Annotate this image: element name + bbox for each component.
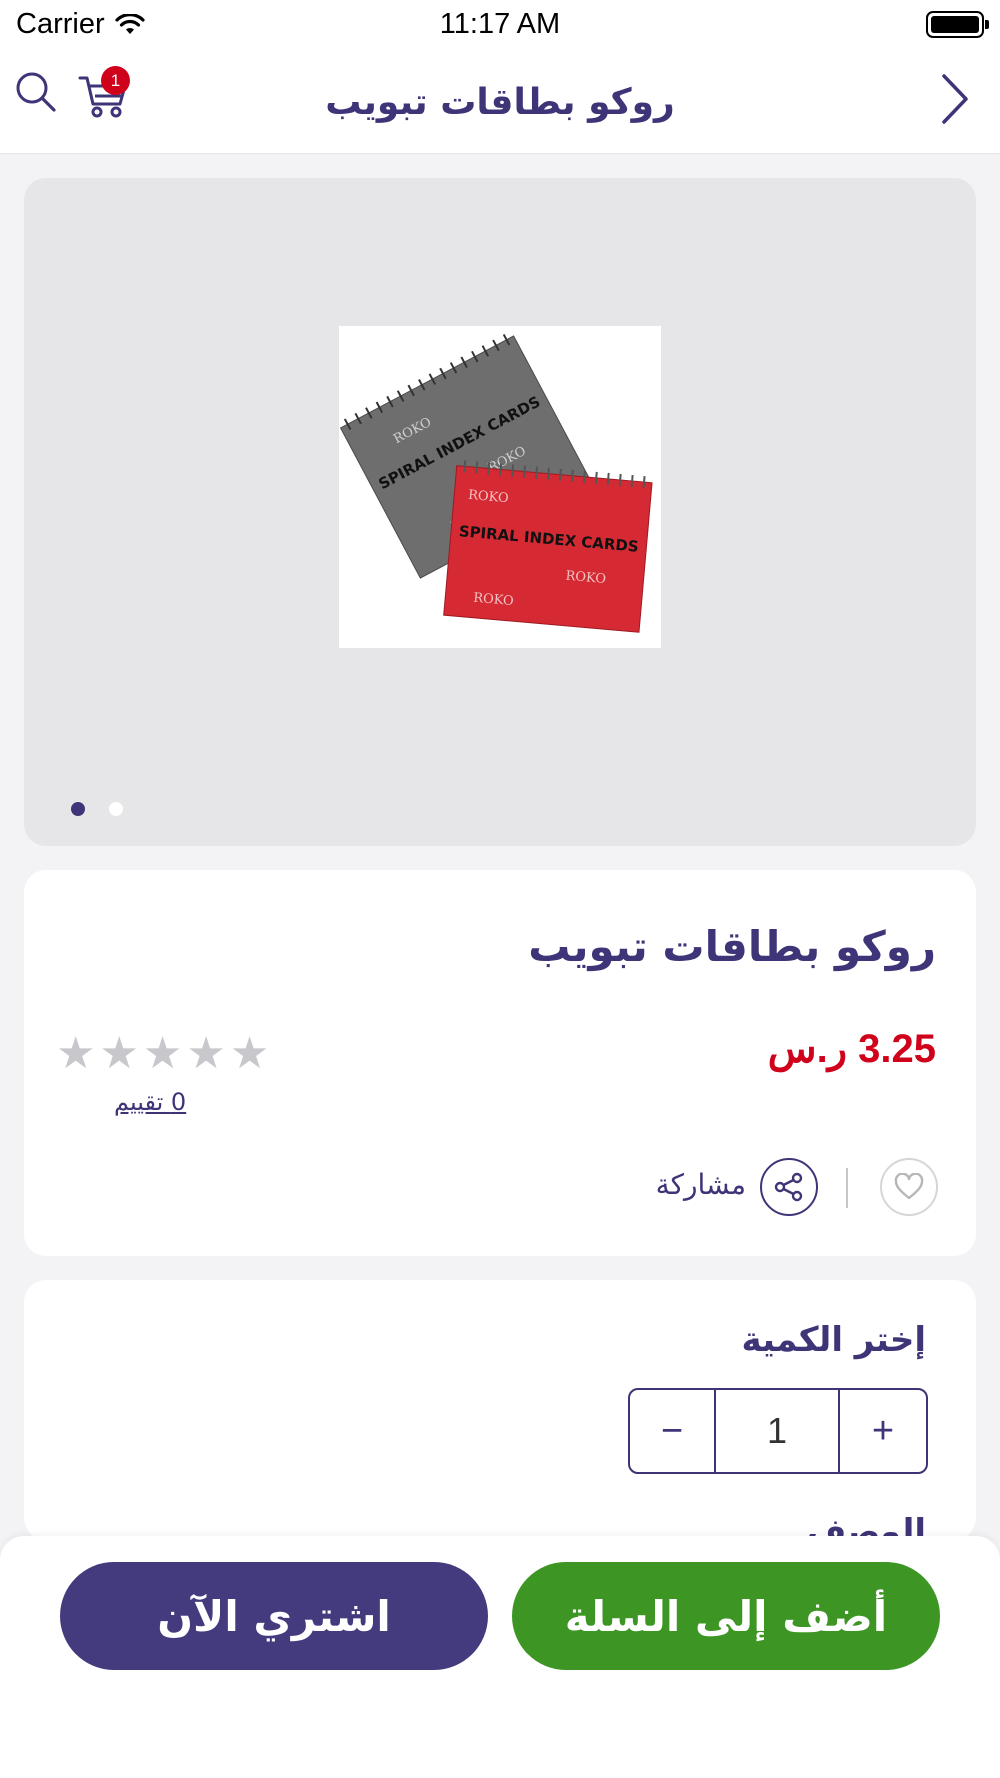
- star-icon: ★: [142, 1028, 183, 1079]
- nav-bar: روكو بطاقات تبويب: [0, 52, 1000, 154]
- page-title: روكو بطاقات تبويب: [325, 82, 675, 123]
- quantity-value[interactable]: 1: [716, 1390, 840, 1472]
- battery-icon: [926, 11, 989, 38]
- share-label[interactable]: مشاركة: [656, 1168, 746, 1201]
- star-icon: ★: [186, 1028, 226, 1079]
- add-to-cart-button[interactable]: أضف إلى السلة: [512, 1562, 940, 1670]
- pagination-dot[interactable]: [109, 802, 123, 816]
- star-icon: ★: [229, 1028, 270, 1079]
- star-icon: ★: [56, 1028, 96, 1079]
- product-image[interactable]: SPIRAL INDEX CARDS ROKO ROKO ROKO SPIRAL…: [339, 326, 661, 648]
- divider: [846, 1168, 848, 1208]
- share-button[interactable]: [760, 1158, 818, 1216]
- share-row: مشاركة: [638, 1158, 938, 1216]
- rating-stars[interactable]: ★ ★ ★ ★ ★: [56, 1032, 269, 1076]
- buy-now-button[interactable]: اشتري الآن: [60, 1562, 488, 1670]
- decrease-button[interactable]: −: [630, 1390, 716, 1472]
- quantity-title: إختر الكمية: [741, 1320, 926, 1360]
- product-price: 3.25 ر.س: [767, 1027, 936, 1071]
- rating-count-link[interactable]: 0 تقييم: [114, 1088, 186, 1116]
- product-gallery[interactable]: SPIRAL INDEX CARDS ROKO ROKO ROKO SPIRAL…: [24, 178, 976, 846]
- status-time: 11:17 AM: [439, 8, 561, 40]
- product-info-card: روكو بطاقات تبويب 3.25 ر.س ★ ★ ★ ★ ★ 0 ت…: [24, 870, 976, 1256]
- index-cards-illustration: SPIRAL INDEX CARDS ROKO ROKO ROKO SPIRAL…: [339, 333, 653, 633]
- bottom-action-bar: اشتري الآن أضف إلى السلة: [0, 1536, 1000, 1778]
- product-title: روكو بطاقات تبويب: [528, 922, 936, 971]
- pagination-dot-active[interactable]: [71, 802, 85, 816]
- cart-count-badge: 1: [101, 66, 130, 95]
- increase-button[interactable]: +: [840, 1390, 926, 1472]
- status-bar: Carrier 11:17 AM: [0, 0, 1000, 52]
- star-icon: ★: [99, 1028, 139, 1079]
- quantity-stepper[interactable]: − 1 +: [628, 1388, 928, 1474]
- gallery-pagination: [71, 802, 123, 816]
- quantity-card: إختر الكمية − 1 + الوصف: [24, 1280, 976, 1552]
- share-icon: [774, 1172, 803, 1202]
- favorite-button[interactable]: [880, 1158, 938, 1216]
- heart-icon: [894, 1173, 924, 1200]
- chevron-right-icon[interactable]: [936, 72, 972, 126]
